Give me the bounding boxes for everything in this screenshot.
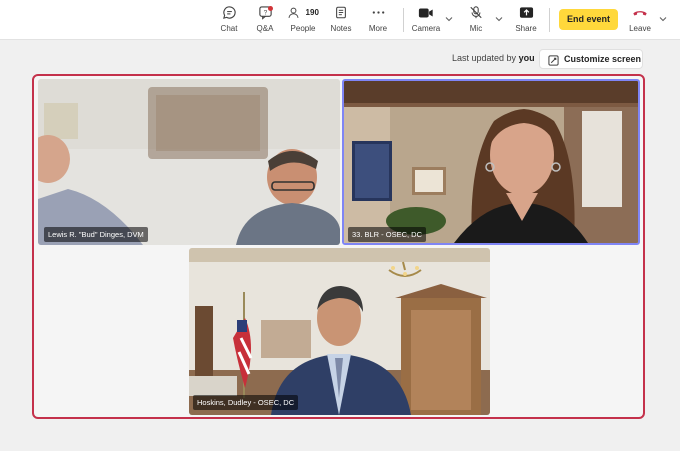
notes-label: Notes	[330, 24, 352, 33]
mic-options-chevron-icon[interactable]	[494, 13, 504, 25]
qa-label: Q&A	[256, 24, 274, 33]
chat-button[interactable]: Chat	[209, 3, 249, 37]
meeting-toolbar: Chat ? Q&A 190 People Notes More Camera …	[0, 0, 680, 40]
people-icon	[287, 4, 304, 21]
mic-off-icon	[456, 3, 496, 23]
customize-icon	[548, 54, 559, 72]
camera-options-chevron-icon[interactable]	[444, 13, 454, 25]
leave-label: Leave	[629, 24, 651, 33]
last-updated-prefix: Last updated by	[452, 53, 517, 63]
more-icon	[358, 3, 398, 23]
share-icon	[506, 3, 546, 23]
participant-name-tag: 33. BLR - OSEC, DC	[348, 227, 427, 242]
leave-options-chevron-icon[interactable]	[658, 13, 668, 25]
qa-notification-dot	[268, 6, 273, 11]
qa-button[interactable]: ? Q&A	[245, 3, 285, 37]
end-event-button[interactable]: End event	[559, 9, 618, 30]
svg-text:?: ?	[263, 10, 267, 17]
share-label: Share	[515, 24, 537, 33]
notes-button[interactable]: Notes	[321, 3, 361, 37]
mic-button[interactable]: Mic	[456, 3, 496, 37]
toolbar-divider	[403, 8, 404, 32]
chat-label: Chat	[220, 24, 238, 33]
people-count: 190	[305, 8, 319, 17]
camera-button[interactable]: Camera	[406, 3, 446, 37]
people-button[interactable]: 190 People	[282, 3, 324, 37]
video-tile-dinges[interactable]: Lewis R. "Bud" Dinges, DVM	[38, 79, 340, 245]
qa-icon: ?	[245, 3, 285, 23]
customize-screen-label: Customize screen	[564, 54, 642, 64]
mic-label: Mic	[469, 24, 483, 33]
share-button[interactable]: Share	[506, 3, 546, 37]
camera-icon	[406, 3, 446, 23]
presenter-stage: Lewis R. "Bud" Dinges, DVM 33. BLR - OSE…	[32, 74, 645, 419]
leave-button[interactable]: Leave	[620, 3, 660, 37]
video-tile-blr[interactable]: 33. BLR - OSEC, DC	[342, 79, 640, 245]
toolbar-divider	[549, 8, 550, 32]
leave-phone-icon	[620, 3, 660, 23]
more-button[interactable]: More	[358, 3, 398, 37]
more-label: More	[368, 24, 388, 33]
video-feed-blr	[344, 81, 638, 243]
participant-name-tag: Hoskins, Dudley - OSEC, DC	[193, 395, 299, 410]
camera-label: Camera	[411, 24, 441, 33]
last-updated-text: Last updated by you	[452, 53, 535, 63]
chat-icon	[209, 3, 249, 23]
customize-screen-button[interactable]: Customize screen	[539, 49, 643, 69]
notes-icon	[321, 3, 361, 23]
video-feed-hoskins	[189, 248, 490, 415]
video-feed-dinges	[38, 79, 340, 245]
people-label: People	[290, 24, 316, 33]
participant-name-tag: Lewis R. "Bud" Dinges, DVM	[44, 227, 148, 242]
last-updated-by: you	[518, 53, 535, 63]
video-tile-hoskins[interactable]: Hoskins, Dudley - OSEC, DC	[189, 248, 490, 415]
